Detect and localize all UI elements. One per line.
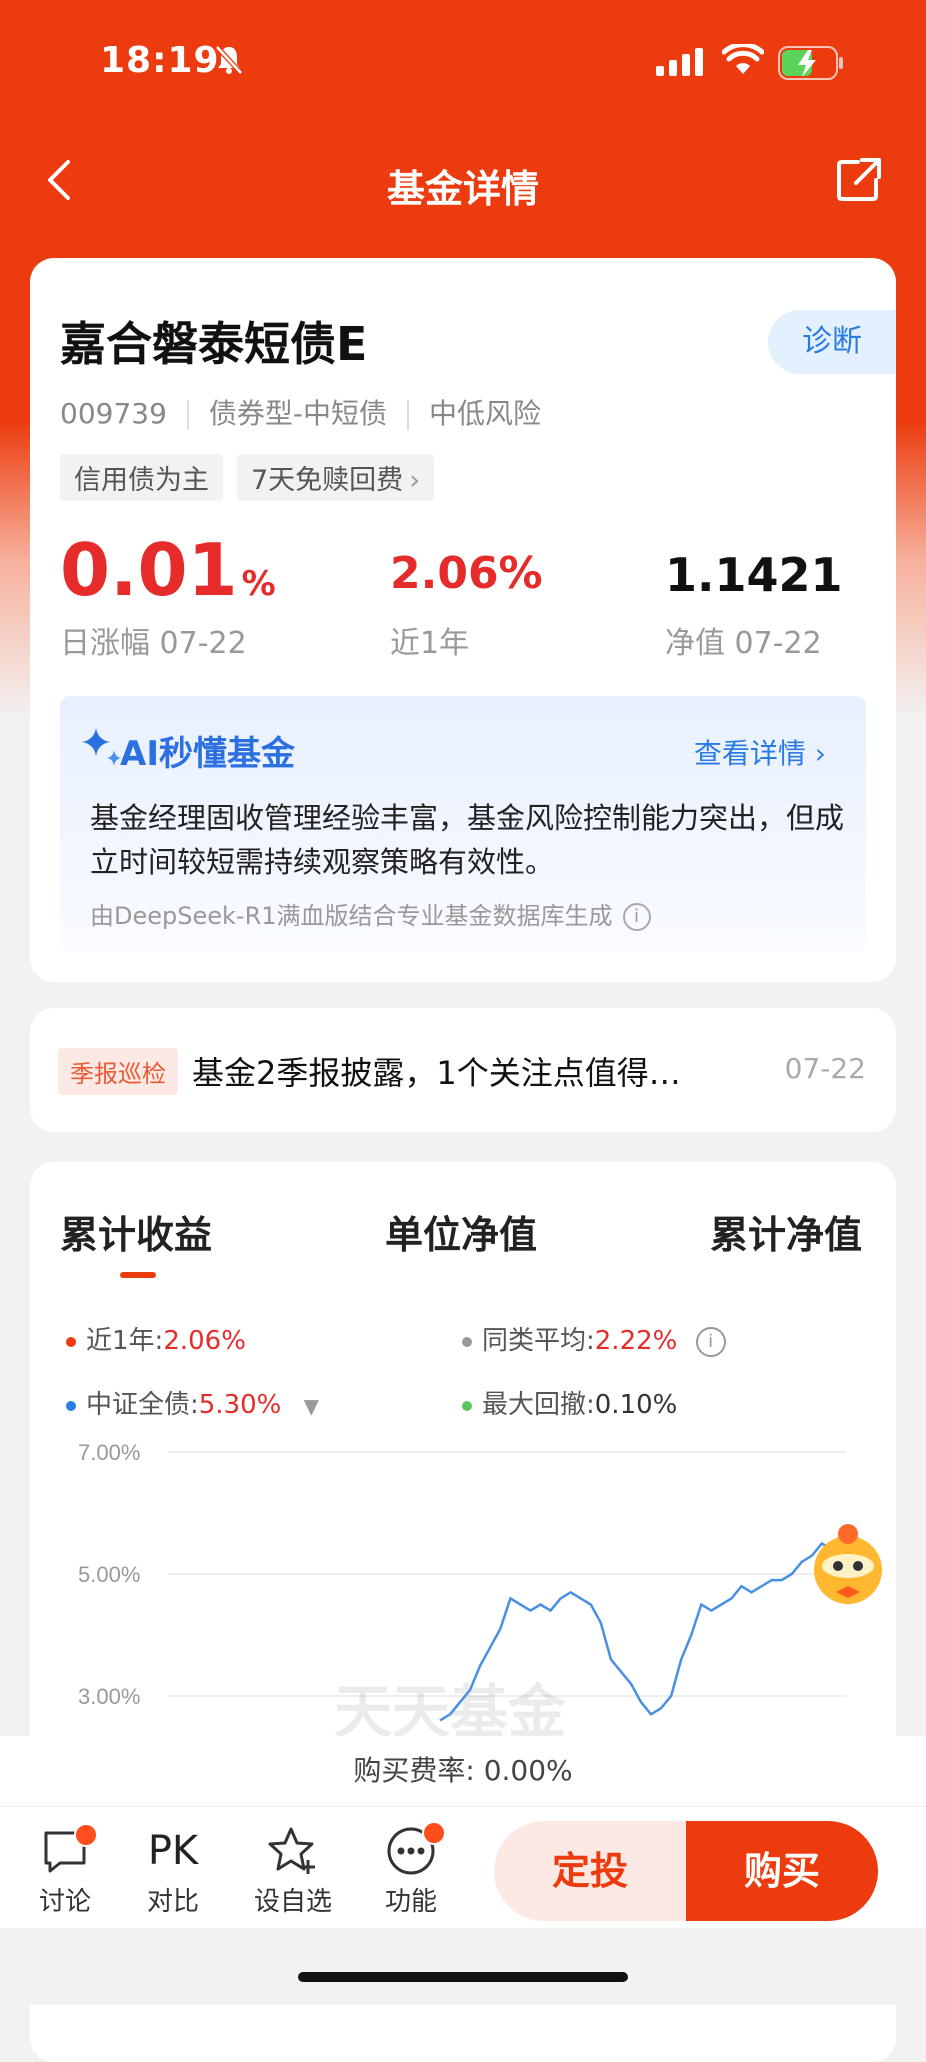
report-tag: 季报巡检 <box>58 1048 178 1095</box>
ai-summary-panel[interactable]: AI秒懂基金 查看详情 › 基金经理固收管理经验丰富，基金风险控制能力突出，但成… <box>60 696 866 952</box>
legend-peer-avg: 同类平均:2.22% i <box>462 1320 726 1357</box>
fund-name: 嘉合磐泰短债E <box>60 317 368 371</box>
purchase-fee-bar: 购买费率: 0.00% <box>0 1736 926 1806</box>
fund-code: 009739 <box>60 397 167 430</box>
status-bar: 18:19 <box>0 0 926 120</box>
compare-button[interactable]: PK 对比 <box>128 1821 218 1918</box>
legend-dot <box>462 1336 472 1347</box>
star-plus-icon <box>268 1827 315 1874</box>
legend-dot <box>66 1400 76 1411</box>
year-return-stat: 2.06% 近1年 <box>390 548 543 661</box>
chart-grid: 7.00% 5.00% 3.00% <box>78 1442 846 1709</box>
return-line-chart[interactable]: 7.00% 5.00% 3.00% 天天基金 <box>30 1442 896 1742</box>
nav-value: 1.1421 <box>665 548 843 602</box>
legend-benchmark[interactable]: 中证全债:5.30% ▼ <box>66 1384 319 1421</box>
year-return-label: 近1年 <box>390 626 470 661</box>
wifi-icon <box>722 44 764 74</box>
legend-peer-avg-label: 同类平均: <box>482 1326 595 1356</box>
chevron-right-icon: › <box>814 737 826 770</box>
report-text: 基金2季报披露，1个关注点值得… <box>192 1054 681 1092</box>
home-indicator <box>298 1972 628 1982</box>
tag-redeem-fee-label: 7天免赎回费 <box>251 465 404 496</box>
tab-cumulative-return[interactable]: 累计收益 <box>60 1204 212 1278</box>
fund-tags: 信用债为主 7天免赎回费 › <box>60 454 448 501</box>
daily-change-value: 0.01 <box>60 528 238 612</box>
page-title: 基金详情 <box>386 167 539 211</box>
nav-bar: 基金详情 <box>0 130 926 230</box>
divider <box>186 400 189 430</box>
daily-change-unit: % <box>241 564 276 604</box>
ai-footer: 由DeepSeek-R1满血版结合专业基金数据库生成 i <box>90 896 651 931</box>
watchlist-label: 设自选 <box>253 1887 332 1917</box>
mute-bell-icon <box>215 45 243 75</box>
legend-benchmark-label: 中证全债: <box>86 1390 199 1420</box>
ai-summary-text: 基金经理固收管理经验丰富，基金风险控制能力突出，但成立时间较短需持续观察策略有效… <box>90 801 845 879</box>
info-icon[interactable]: i <box>622 903 651 931</box>
nav-value-label: 净值 07-22 <box>665 626 822 661</box>
watchlist-button[interactable]: 设自选 <box>248 1821 338 1918</box>
mascot-icon <box>814 1524 882 1604</box>
tab-unit-nav[interactable]: 单位净值 <box>385 1204 537 1259</box>
legend-max-drawdown: 最大回撤:0.10% <box>462 1384 677 1421</box>
ai-footer-text: 由DeepSeek-R1满血版结合专业基金数据库生成 <box>90 902 613 930</box>
quarterly-report-card[interactable]: 季报巡检 基金2季报披露，1个关注点值得… 07-22 <box>30 1008 896 1132</box>
dropdown-caret-icon[interactable]: ▼ <box>304 1394 319 1418</box>
notification-dot <box>74 1823 98 1847</box>
legend-year: 近1年:2.06% <box>66 1320 246 1357</box>
daily-change-label: 日涨幅 07-22 <box>60 626 247 661</box>
tag-redeem-fee[interactable]: 7天免赎回费 › <box>237 454 434 501</box>
chevron-right-icon: › <box>409 465 420 496</box>
function-label: 功能 <box>384 1887 437 1917</box>
legend-dot <box>66 1336 76 1347</box>
legend-benchmark-value: 5.30% <box>198 1390 282 1420</box>
legend-dot <box>462 1400 472 1411</box>
watermark-text: 天天基金 <box>334 1678 567 1742</box>
nav-value-stat: 1.1421 净值 07-22 <box>665 548 843 661</box>
divider <box>407 400 409 430</box>
notification-dot <box>422 1821 446 1845</box>
status-time: 18:19 <box>100 40 220 81</box>
ai-detail-link-label: 查看详情 <box>693 737 806 770</box>
fee-label: 购买费率: <box>353 1754 475 1787</box>
cellular-signal-icon <box>656 48 703 76</box>
discuss-label: 讨论 <box>38 1887 91 1917</box>
y-tick-label: 5.00% <box>78 1562 140 1587</box>
share-icon[interactable] <box>836 156 882 202</box>
chart-watermark: 天天基金 <box>334 1678 567 1742</box>
ai-title: AI秒懂基金 <box>120 734 295 774</box>
legend-year-label: 近1年: <box>86 1326 164 1356</box>
buy-button[interactable]: 购买 <box>686 1821 878 1921</box>
y-tick-label: 7.00% <box>78 1442 140 1465</box>
discuss-button[interactable]: 讨论 <box>20 1821 110 1918</box>
tag-credit-bond: 信用债为主 <box>60 454 223 501</box>
sparkle-icon <box>82 728 121 766</box>
legend-peer-avg-value: 2.22% <box>594 1326 678 1356</box>
fee-value: 0.00% <box>483 1754 573 1787</box>
daily-change-stat: 0.01% 日涨幅 07-22 <box>60 528 276 661</box>
function-button[interactable]: 功能 <box>366 1821 456 1918</box>
trade-buttons: 定投 购买 <box>494 1821 878 1921</box>
bottom-toolbar: 讨论 PK 对比 设自选 功能 定投 购买 <box>0 1806 926 1929</box>
chart-tabs: 累计收益 单位净值 累计净值 <box>30 1204 896 1284</box>
fund-risk: 中低风险 <box>429 397 542 430</box>
info-icon[interactable]: i <box>695 1326 726 1357</box>
y-tick-label: 3.00% <box>78 1684 140 1709</box>
tab-cumulative-nav[interactable]: 累计净值 <box>710 1204 862 1259</box>
report-date: 07-22 <box>784 1052 866 1085</box>
battery-charging-icon <box>778 46 843 80</box>
pk-icon: PK <box>147 1828 199 1874</box>
compare-label: 对比 <box>146 1887 199 1917</box>
legend-year-value: 2.06% <box>163 1326 246 1356</box>
fund-meta: 009739 债券型-中短债 中低风险 <box>60 392 541 432</box>
fund-summary-card: 嘉合磐泰短债E 诊断 009739 债券型-中短债 中低风险 信用债为主 7天免赎回费… <box>30 258 896 982</box>
diagnose-button[interactable]: 诊断 <box>768 310 896 374</box>
legend-drawdown-value: 0.10% <box>594 1390 678 1420</box>
fund-category: 债券型-中短债 <box>208 397 387 430</box>
ai-detail-link[interactable]: 查看详情 › <box>694 732 826 772</box>
regular-invest-button[interactable]: 定投 <box>494 1821 686 1921</box>
year-return-value: 2.06% <box>390 548 543 599</box>
home-indicator-area <box>0 1928 926 2005</box>
legend-drawdown-label: 最大回撤: <box>482 1390 595 1420</box>
